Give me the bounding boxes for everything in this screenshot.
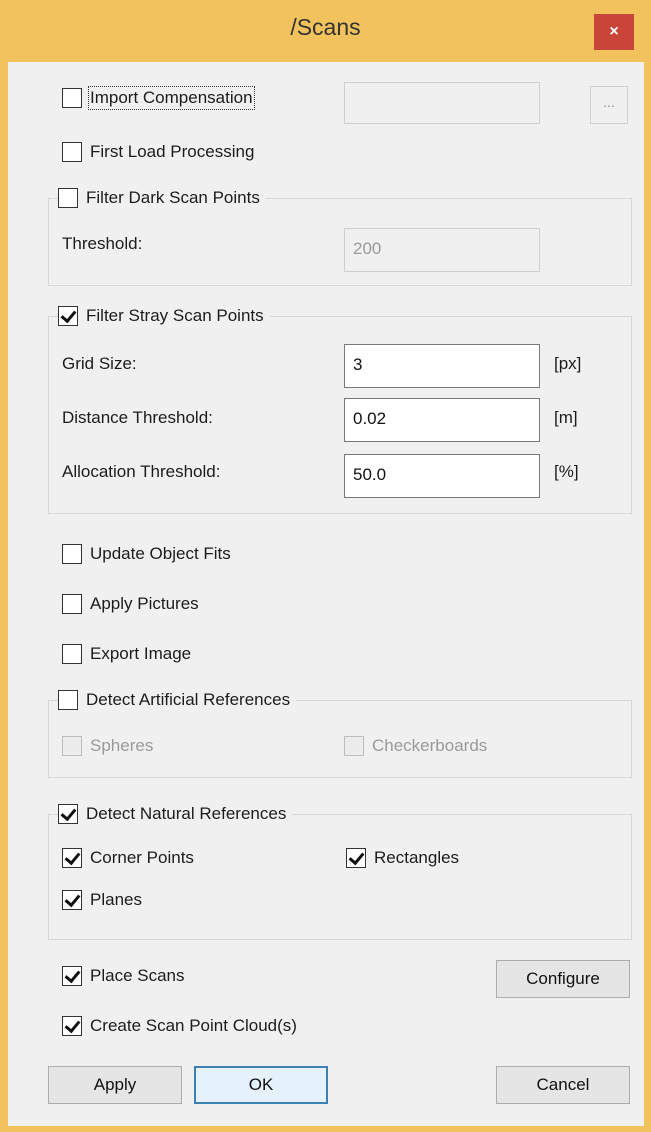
natural-references-checkbox[interactable]: Detect Natural References	[58, 804, 293, 824]
corner-points-label: Corner Points	[90, 848, 194, 867]
checkerboards-label: Checkerboards	[372, 736, 488, 755]
place-scans-box[interactable]	[62, 966, 82, 986]
close-button[interactable]: ×	[594, 14, 634, 50]
filter-stray-label: Filter Stray Scan Points	[86, 306, 264, 325]
export-image-checkbox[interactable]: Export Image	[62, 644, 191, 664]
cancel-button[interactable]: Cancel	[496, 1066, 630, 1104]
import-compensation-box[interactable]	[62, 88, 82, 108]
spheres-checkbox[interactable]: Spheres	[62, 736, 153, 756]
filter-dark-checkbox[interactable]: Filter Dark Scan Points	[58, 188, 266, 208]
place-scans-label: Place Scans	[90, 966, 185, 985]
threshold-input[interactable]: 200	[344, 228, 540, 272]
checkerboards-checkbox[interactable]: Checkerboards	[344, 736, 487, 756]
planes-label: Planes	[90, 890, 142, 909]
planes-checkbox[interactable]: Planes	[62, 890, 142, 910]
natural-references-box[interactable]	[58, 804, 78, 824]
distance-threshold-label: Distance Threshold:	[62, 408, 213, 427]
filter-stray-box[interactable]	[58, 306, 78, 326]
first-load-processing-label: First Load Processing	[90, 142, 255, 161]
spheres-label: Spheres	[90, 736, 154, 755]
apply-pictures-checkbox[interactable]: Apply Pictures	[62, 594, 199, 614]
first-load-processing-box[interactable]	[62, 142, 82, 162]
apply-pictures-label: Apply Pictures	[90, 594, 199, 613]
export-image-label: Export Image	[90, 644, 192, 663]
first-load-processing-checkbox[interactable]: First Load Processing	[62, 142, 254, 162]
create-point-cloud-checkbox[interactable]: Create Scan Point Cloud(s)	[62, 1016, 297, 1036]
artificial-references-label: Detect Artificial References	[86, 690, 291, 709]
apply-button[interactable]: Apply	[48, 1066, 182, 1104]
filter-dark-label: Filter Dark Scan Points	[86, 188, 260, 207]
scans-dialog: /Scans × Import Compensation ... First L…	[0, 0, 651, 1132]
window-title: /Scans	[290, 14, 361, 40]
grid-size-unit: [px]	[554, 354, 582, 373]
filter-dark-box[interactable]	[58, 188, 78, 208]
apply-pictures-box[interactable]	[62, 594, 82, 614]
natural-references-group	[48, 814, 632, 940]
dialog-body: Import Compensation ... First Load Proce…	[8, 62, 644, 1126]
allocation-threshold-input[interactable]: 50.0	[344, 454, 540, 498]
natural-references-label: Detect Natural References	[86, 804, 287, 823]
configure-button[interactable]: Configure	[496, 960, 630, 998]
import-compensation-label: Import Compensation	[88, 86, 255, 110]
update-object-fits-checkbox[interactable]: Update Object Fits	[62, 544, 231, 564]
browse-button[interactable]: ...	[590, 86, 628, 124]
rectangles-box[interactable]	[346, 848, 366, 868]
ok-button[interactable]: OK	[194, 1066, 328, 1104]
corner-points-checkbox[interactable]: Corner Points	[62, 848, 194, 868]
title-bar[interactable]: /Scans ×	[0, 0, 651, 62]
artificial-references-box[interactable]	[58, 690, 78, 710]
grid-size-input[interactable]: 3	[344, 344, 540, 388]
update-object-fits-box[interactable]	[62, 544, 82, 564]
update-object-fits-label: Update Object Fits	[90, 544, 231, 563]
rectangles-checkbox[interactable]: Rectangles	[346, 848, 459, 868]
distance-threshold-unit: [m]	[554, 408, 578, 427]
artificial-references-checkbox[interactable]: Detect Artificial References	[58, 690, 297, 710]
filter-stray-checkbox[interactable]: Filter Stray Scan Points	[58, 306, 270, 326]
distance-threshold-input[interactable]: 0.02	[344, 398, 540, 442]
import-compensation-path-field[interactable]	[344, 82, 540, 124]
planes-box[interactable]	[62, 890, 82, 910]
place-scans-checkbox[interactable]: Place Scans	[62, 966, 185, 986]
checkerboards-box[interactable]	[344, 736, 364, 756]
create-point-cloud-box[interactable]	[62, 1016, 82, 1036]
spheres-box[interactable]	[62, 736, 82, 756]
corner-points-box[interactable]	[62, 848, 82, 868]
grid-size-label: Grid Size:	[62, 354, 137, 373]
allocation-threshold-label: Allocation Threshold:	[62, 462, 221, 481]
threshold-label: Threshold:	[62, 234, 143, 253]
create-point-cloud-label: Create Scan Point Cloud(s)	[90, 1016, 297, 1035]
allocation-threshold-unit: [%]	[554, 462, 579, 481]
rectangles-label: Rectangles	[374, 848, 460, 867]
export-image-box[interactable]	[62, 644, 82, 664]
import-compensation-checkbox[interactable]: Import Compensation	[62, 86, 255, 110]
